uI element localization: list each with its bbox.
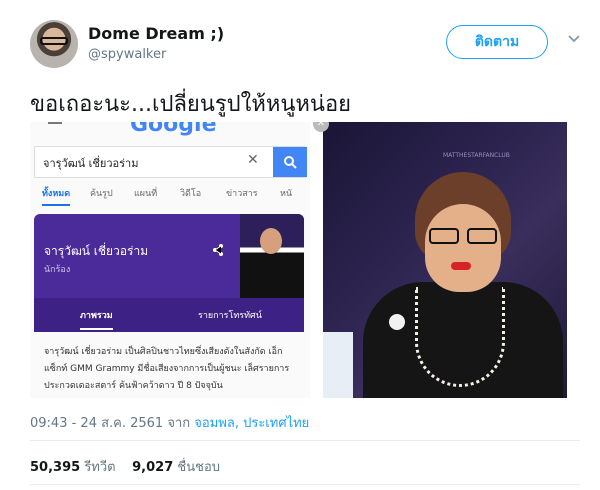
tweet-meta: 09:43 - 24 ส.ค. 2561 จาก จอมพล, ประเทศไท… (30, 412, 309, 433)
avatar[interactable] (30, 20, 78, 68)
retweets-count[interactable]: 50,395 (30, 460, 80, 475)
location-link[interactable]: จอมพล, ประเทศไทย (194, 416, 309, 431)
lens-right (467, 228, 497, 244)
close-icon: ✕ (247, 152, 259, 168)
tweet-header: Dome Dream ;) @spywalker ติดตาม (30, 20, 590, 70)
knowledge-name: จารุวัฒน์ เชี่ยวอร่าม (44, 244, 149, 258)
knowledge-description: จารุวัฒน์ เชี่ยวอร่าม เป็นศิลปินชาวไทยซึ… (44, 347, 290, 391)
tweet-time[interactable]: 09:43 - 24 ส.ค. 2561 (30, 416, 163, 431)
face-shape (425, 204, 501, 292)
tab-news: ข่าวสาร (226, 189, 258, 199)
tab-all: ทั้งหมด (42, 186, 71, 206)
photo-watermark: MATTHESTARFANCLUB (443, 152, 510, 159)
divider (30, 440, 580, 441)
knowledge-photo (240, 214, 304, 298)
brooch (389, 314, 405, 330)
avatar-glasses (40, 37, 68, 45)
tab-more: หนั (280, 189, 293, 199)
tweet-text: ขอเถอะนะ...เปลี่ยนรูปให้หนูหน่อย (30, 92, 352, 117)
likes-label[interactable]: ชื่นชอบ (177, 460, 220, 475)
sleeve-shape (323, 332, 353, 398)
share-icon (212, 244, 224, 259)
tab-images: ค้นรูป (90, 189, 113, 199)
knowledge-panel: จารุวัฒน์ เชี่ยวอร่าม นักร้อง (34, 214, 304, 298)
tab-tv-shows: รายการโทรทัศน์ (198, 311, 262, 321)
lips-shape (451, 262, 471, 270)
tab-videos: วิดีโอ (180, 189, 202, 199)
chevron-down-icon[interactable] (564, 30, 584, 50)
likes-count[interactable]: 9,027 (132, 460, 173, 475)
tweet-stats: 50,395 รีทวีต 9,027 ชื่นชอบ (30, 456, 220, 477)
google-logo: Google (130, 122, 217, 137)
search-box: จารุวัฒน์ เชี่ยวอร่าม ✕ (34, 146, 307, 178)
knowledge-role: นักร้อง (44, 265, 71, 275)
tab-maps: แผนที่ (134, 189, 158, 199)
menu-icon (48, 122, 62, 124)
from-label: จาก (167, 416, 191, 431)
google-screenshot-image: Google จารุวัฒน์ เชี่ยวอร่าม ✕ ทั้งหมด ค… (30, 122, 310, 398)
pearl-necklace (415, 287, 505, 387)
follow-button[interactable]: ติดตาม (446, 25, 548, 59)
search-tabs: ทั้งหมด ค้นรูป แผนที่ วิดีโอ ข่าวสาร หนั (34, 180, 306, 206)
portrait-face (260, 228, 282, 254)
author-handle[interactable]: @spywalker (88, 47, 166, 62)
lens-left (429, 228, 459, 244)
knowledge-tabs: ภาพรวม รายการโทรทัศน์ (34, 298, 304, 332)
divider (30, 484, 580, 485)
portrait-photo: MATTHESTARFANCLUB (323, 122, 567, 398)
tab-overview: ภาพรวม (80, 308, 113, 330)
author-name[interactable]: Dome Dream ;) (88, 24, 224, 43)
glasses-shape (427, 228, 499, 246)
retweets-label[interactable]: รีทวีต (84, 460, 115, 475)
search-icon (273, 147, 307, 177)
search-query: จารุวัฒน์ เชี่ยวอร่าม (43, 157, 139, 170)
tweet-media[interactable]: Google จารุวัฒน์ เชี่ยวอร่าม ✕ ทั้งหมด ค… (30, 122, 567, 398)
